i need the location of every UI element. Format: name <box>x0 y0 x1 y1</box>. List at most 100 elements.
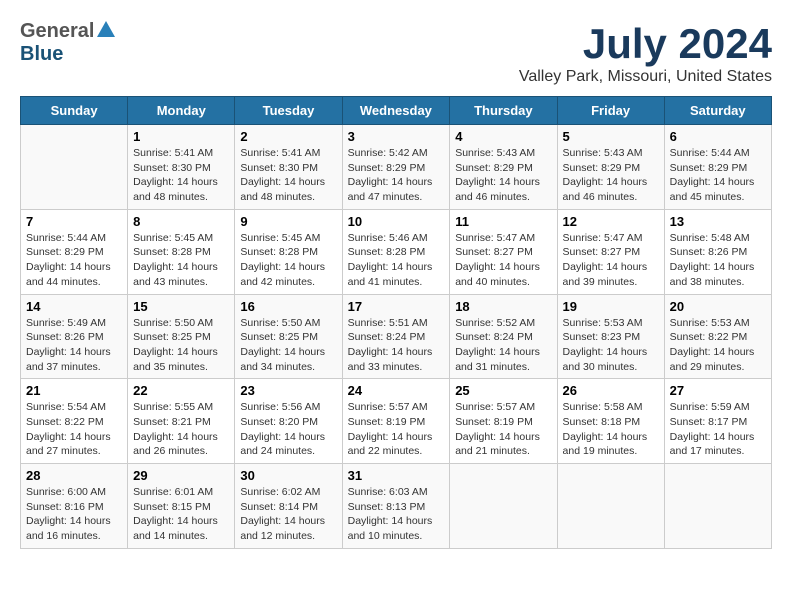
day-info: Sunrise: 5:42 AM Sunset: 8:29 PM Dayligh… <box>348 146 445 205</box>
day-info: Sunrise: 5:41 AM Sunset: 8:30 PM Dayligh… <box>133 146 229 205</box>
header-wednesday: Wednesday <box>342 97 450 125</box>
week-row-2: 7 Sunrise: 5:44 AM Sunset: 8:29 PM Daylig… <box>21 209 772 294</box>
day-number: 2 <box>240 129 336 144</box>
day-number: 26 <box>563 383 659 398</box>
day-number: 8 <box>133 214 229 229</box>
day-info: Sunrise: 5:49 AM Sunset: 8:26 PM Dayligh… <box>26 316 122 375</box>
calendar-title: July 2024 <box>519 20 772 68</box>
day-info: Sunrise: 5:43 AM Sunset: 8:29 PM Dayligh… <box>455 146 551 205</box>
week-row-3: 14 Sunrise: 5:49 AM Sunset: 8:26 PM Dayli… <box>21 294 772 379</box>
day-number: 6 <box>670 129 766 144</box>
calendar-cell: 4Sunrise: 5:43 AM Sunset: 8:29 PM Daylig… <box>450 125 557 210</box>
calendar-cell: 20 Sunrise: 5:53 AM Sunset: 8:22 PM Dayli… <box>664 294 771 379</box>
day-number: 1 <box>133 129 229 144</box>
header-sunday: Sunday <box>21 97 128 125</box>
day-info: Sunrise: 5:47 AM Sunset: 8:27 PM Dayligh… <box>455 231 551 290</box>
calendar-cell: 23 Sunrise: 5:56 AM Sunset: 8:20 PM Dayli… <box>235 379 342 464</box>
day-info: Sunrise: 5:41 AM Sunset: 8:30 PM Dayligh… <box>240 146 336 205</box>
day-number: 31 <box>348 468 445 483</box>
day-info: Sunrise: 5:44 AM Sunset: 8:29 PM Dayligh… <box>26 231 122 290</box>
day-info: Sunrise: 5:53 AM Sunset: 8:22 PM Dayligh… <box>670 316 766 375</box>
calendar-cell: 14 Sunrise: 5:49 AM Sunset: 8:26 PM Dayli… <box>21 294 128 379</box>
header-tuesday: Tuesday <box>235 97 342 125</box>
day-info: Sunrise: 5:45 AM Sunset: 8:28 PM Dayligh… <box>240 231 336 290</box>
header-saturday: Saturday <box>664 97 771 125</box>
calendar-cell: 31 Sunrise: 6:03 AM Sunset: 8:13 PM Dayli… <box>342 464 450 549</box>
calendar-cell: 19Sunrise: 5:53 AM Sunset: 8:23 PM Dayli… <box>557 294 664 379</box>
calendar-cell: 8 Sunrise: 5:45 AM Sunset: 8:28 PM Daylig… <box>128 209 235 294</box>
day-info: Sunrise: 5:51 AM Sunset: 8:24 PM Dayligh… <box>348 316 445 375</box>
day-number: 24 <box>348 383 445 398</box>
calendar-cell: 29 Sunrise: 6:01 AM Sunset: 8:15 PM Dayli… <box>128 464 235 549</box>
day-number: 23 <box>240 383 336 398</box>
day-number: 16 <box>240 299 336 314</box>
day-info: Sunrise: 5:56 AM Sunset: 8:20 PM Dayligh… <box>240 400 336 459</box>
day-number: 13 <box>670 214 766 229</box>
title-area: July 2024 Valley Park, Missouri, United … <box>519 20 772 86</box>
calendar-cell: 5Sunrise: 5:43 AM Sunset: 8:29 PM Daylig… <box>557 125 664 210</box>
day-number: 7 <box>26 214 122 229</box>
day-number: 11 <box>455 214 551 229</box>
calendar-cell: 28 Sunrise: 6:00 AM Sunset: 8:16 PM Dayli… <box>21 464 128 549</box>
day-number: 14 <box>26 299 122 314</box>
calendar-header-row: SundayMondayTuesdayWednesdayThursdayFrid… <box>21 97 772 125</box>
day-number: 29 <box>133 468 229 483</box>
day-number: 25 <box>455 383 551 398</box>
day-number: 22 <box>133 383 229 398</box>
day-number: 30 <box>240 468 336 483</box>
calendar-cell: 17 Sunrise: 5:51 AM Sunset: 8:24 PM Dayli… <box>342 294 450 379</box>
logo-general: General <box>20 20 94 43</box>
calendar-cell: 16 Sunrise: 5:50 AM Sunset: 8:25 PM Dayli… <box>235 294 342 379</box>
day-number: 17 <box>348 299 445 314</box>
day-number: 9 <box>240 214 336 229</box>
calendar-cell: 15 Sunrise: 5:50 AM Sunset: 8:25 PM Dayli… <box>128 294 235 379</box>
day-info: Sunrise: 6:00 AM Sunset: 8:16 PM Dayligh… <box>26 485 122 544</box>
day-number: 20 <box>670 299 766 314</box>
calendar-subtitle: Valley Park, Missouri, United States <box>519 68 772 86</box>
day-number: 10 <box>348 214 445 229</box>
day-info: Sunrise: 6:03 AM Sunset: 8:13 PM Dayligh… <box>348 485 445 544</box>
day-info: Sunrise: 5:59 AM Sunset: 8:17 PM Dayligh… <box>670 400 766 459</box>
week-row-1: 1 Sunrise: 5:41 AM Sunset: 8:30 PM Daylig… <box>21 125 772 210</box>
day-info: Sunrise: 6:02 AM Sunset: 8:14 PM Dayligh… <box>240 485 336 544</box>
calendar-cell: 24 Sunrise: 5:57 AM Sunset: 8:19 PM Dayli… <box>342 379 450 464</box>
day-number: 19 <box>563 299 659 314</box>
day-info: Sunrise: 5:48 AM Sunset: 8:26 PM Dayligh… <box>670 231 766 290</box>
day-info: Sunrise: 5:57 AM Sunset: 8:19 PM Dayligh… <box>455 400 551 459</box>
week-row-5: 28 Sunrise: 6:00 AM Sunset: 8:16 PM Dayli… <box>21 464 772 549</box>
calendar-cell <box>450 464 557 549</box>
calendar-cell: 21 Sunrise: 5:54 AM Sunset: 8:22 PM Dayli… <box>21 379 128 464</box>
day-info: Sunrise: 5:50 AM Sunset: 8:25 PM Dayligh… <box>133 316 229 375</box>
calendar-cell: 6 Sunrise: 5:44 AM Sunset: 8:29 PM Daylig… <box>664 125 771 210</box>
calendar-cell: 30 Sunrise: 6:02 AM Sunset: 8:14 PM Dayli… <box>235 464 342 549</box>
calendar-cell: 13 Sunrise: 5:48 AM Sunset: 8:26 PM Dayli… <box>664 209 771 294</box>
day-info: Sunrise: 5:47 AM Sunset: 8:27 PM Dayligh… <box>563 231 659 290</box>
day-info: Sunrise: 5:50 AM Sunset: 8:25 PM Dayligh… <box>240 316 336 375</box>
day-number: 28 <box>26 468 122 483</box>
day-number: 5 <box>563 129 659 144</box>
day-info: Sunrise: 5:44 AM Sunset: 8:29 PM Dayligh… <box>670 146 766 205</box>
day-number: 15 <box>133 299 229 314</box>
day-number: 18 <box>455 299 551 314</box>
calendar-cell <box>21 125 128 210</box>
logo: General Blue <box>20 20 115 66</box>
day-info: Sunrise: 5:46 AM Sunset: 8:28 PM Dayligh… <box>348 231 445 290</box>
day-info: Sunrise: 5:55 AM Sunset: 8:21 PM Dayligh… <box>133 400 229 459</box>
calendar-cell: 18 Sunrise: 5:52 AM Sunset: 8:24 PM Dayli… <box>450 294 557 379</box>
header-friday: Friday <box>557 97 664 125</box>
calendar-cell: 9 Sunrise: 5:45 AM Sunset: 8:28 PM Daylig… <box>235 209 342 294</box>
calendar-cell: 26Sunrise: 5:58 AM Sunset: 8:18 PM Dayli… <box>557 379 664 464</box>
calendar-cell: 12Sunrise: 5:47 AM Sunset: 8:27 PM Dayli… <box>557 209 664 294</box>
week-row-4: 21 Sunrise: 5:54 AM Sunset: 8:22 PM Dayli… <box>21 379 772 464</box>
calendar-cell: 2 Sunrise: 5:41 AM Sunset: 8:30 PM Daylig… <box>235 125 342 210</box>
day-info: Sunrise: 5:57 AM Sunset: 8:19 PM Dayligh… <box>348 400 445 459</box>
day-info: Sunrise: 5:54 AM Sunset: 8:22 PM Dayligh… <box>26 400 122 459</box>
day-info: Sunrise: 6:01 AM Sunset: 8:15 PM Dayligh… <box>133 485 229 544</box>
calendar-cell: 27Sunrise: 5:59 AM Sunset: 8:17 PM Dayli… <box>664 379 771 464</box>
calendar-cell: 25 Sunrise: 5:57 AM Sunset: 8:19 PM Dayli… <box>450 379 557 464</box>
logo-triangle-icon <box>97 21 115 42</box>
calendar-table: SundayMondayTuesdayWednesdayThursdayFrid… <box>20 96 772 549</box>
day-number: 21 <box>26 383 122 398</box>
day-info: Sunrise: 5:52 AM Sunset: 8:24 PM Dayligh… <box>455 316 551 375</box>
day-info: Sunrise: 5:45 AM Sunset: 8:28 PM Dayligh… <box>133 231 229 290</box>
